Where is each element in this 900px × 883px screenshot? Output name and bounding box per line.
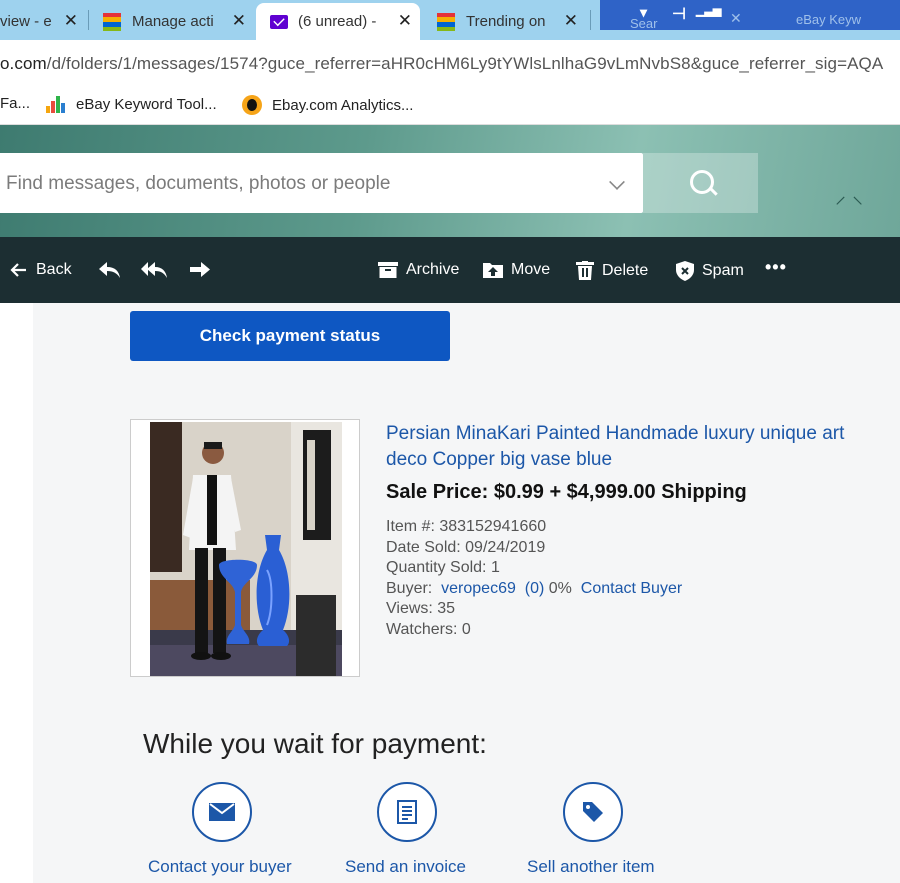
delete-label: Delete	[602, 261, 649, 279]
item-title-link[interactable]: Persian MinaKari Painted Handmade luxury…	[386, 421, 876, 473]
buyer-feedback-link[interactable]: (0)	[525, 580, 545, 597]
sale-price: Sale Price: $0.99 + $4,999.00 Shipping	[386, 481, 747, 503]
forward-icon	[190, 262, 210, 277]
close-icon[interactable]: ✕	[730, 10, 742, 27]
tag-icon	[583, 802, 603, 822]
url-text[interactable]: o.com/d/folders/1/messages/1574?guce_ref…	[0, 54, 883, 74]
buyer-feedback-percent: 0%	[548, 579, 572, 597]
search-input[interactable]: Find messages, documents, photos or peop…	[0, 153, 643, 213]
sell-another-item-action-button[interactable]	[563, 782, 623, 842]
trash-icon	[576, 261, 594, 280]
watchers-count: Watchers: 0	[386, 620, 471, 638]
url-path: /d/folders/1/messages/1574?guce_referrer…	[46, 54, 884, 73]
back-label: Back	[36, 261, 72, 278]
tab-label[interactable]: eBay Keyw	[796, 12, 861, 27]
send-invoice-action-label[interactable]: Send an invoice	[345, 857, 466, 877]
more-icon: •••	[765, 257, 787, 277]
archive-icon	[378, 262, 398, 278]
tab-label: (6 unread) -	[298, 13, 377, 30]
sell-another-item-action-label[interactable]: Sell another item	[527, 857, 655, 877]
browser-tab[interactable]: Manage acti ✕	[94, 3, 254, 40]
bookmark-label: Ebay.com Analytics...	[272, 96, 414, 114]
archive-button[interactable]: Archive	[378, 261, 459, 279]
item-photo[interactable]	[130, 419, 360, 677]
close-icon[interactable]: ✕	[564, 11, 578, 31]
mail-header: Find messages, documents, photos or peop…	[0, 125, 900, 237]
bookmark-item[interactable]: Fa...	[0, 95, 30, 112]
signal-icon: ▁▃▅	[696, 5, 722, 17]
ebay-icon	[103, 12, 121, 31]
spam-label: Spam	[702, 262, 744, 279]
buyer-name-link[interactable]: veropec69	[441, 580, 516, 597]
arrow-left-icon	[10, 263, 26, 277]
envelope-icon	[209, 803, 235, 821]
bookmark-ebay-analytics[interactable]: Ebay.com Analytics...	[242, 95, 413, 115]
search-button[interactable]	[643, 153, 758, 213]
check-payment-status-button[interactable]: Check payment status	[130, 311, 450, 361]
browser-tab-active[interactable]: (6 unread) - ✕	[256, 3, 420, 40]
browser-tab[interactable]: Trending on ✕	[426, 3, 586, 40]
item-details: Item #: 383152941660 Date Sold: 09/24/20…	[386, 517, 682, 640]
buyer-label: Buyer:	[386, 579, 433, 597]
search-placeholder: Find messages, documents, photos or peop…	[6, 173, 391, 194]
contact-buyer-link[interactable]: Contact Buyer	[581, 580, 682, 597]
chevron-down-icon[interactable]	[609, 174, 625, 190]
wait-heading: While you wait for payment:	[143, 728, 487, 759]
pin-icon[interactable]: ⊣	[672, 4, 686, 24]
spam-button[interactable]: Spam	[676, 261, 744, 281]
close-icon[interactable]: ✕	[398, 11, 412, 31]
reply-icon	[99, 262, 120, 278]
bookmark-label: eBay Keyword Tool...	[76, 95, 217, 113]
send-invoice-action-button[interactable]	[377, 782, 437, 842]
reply-button[interactable]	[97, 261, 129, 279]
invoice-icon	[397, 800, 417, 824]
left-gutter	[0, 303, 33, 883]
browser-tab[interactable]: view - e ✕	[0, 3, 86, 40]
tab-divider	[590, 10, 591, 30]
date-sold: Date Sold: 09/24/2019	[386, 538, 546, 556]
search-icon	[690, 170, 714, 194]
item-number: Item #: 383152941660	[386, 518, 547, 535]
reply-all-icon	[141, 262, 167, 278]
url-host: o.com	[0, 54, 47, 73]
reply-all-button[interactable]	[140, 261, 176, 279]
close-icon[interactable]: ✕	[64, 11, 78, 31]
back-button[interactable]: Back	[10, 261, 72, 279]
bar-chart-icon	[46, 95, 66, 113]
analytics-icon	[242, 95, 262, 115]
address-bar[interactable]: o.com/d/folders/1/messages/1574?guce_ref…	[0, 40, 900, 88]
more-button[interactable]: •••	[765, 257, 787, 278]
birds-decoration: ⸝ ⸜	[835, 183, 864, 208]
message-toolbar: Back Archive Move Delete Spam •••	[0, 237, 900, 303]
tab-label: Trending on	[466, 13, 546, 30]
contact-buyer-action-label[interactable]: Contact your buyer	[148, 857, 292, 877]
move-folder-icon	[483, 263, 503, 278]
pay-button-label: Check payment status	[199, 326, 381, 345]
tab-divider	[88, 10, 89, 30]
yahoo-mail-icon	[270, 14, 288, 29]
bookmark-label: Fa...	[0, 95, 31, 112]
close-icon[interactable]: ✕	[232, 11, 246, 31]
quantity-sold: Quantity Sold: 1	[386, 559, 500, 576]
buyer-row: Buyer: veropec69 (0) 0% Contact Buyer	[386, 579, 682, 600]
tab-label: Manage acti	[132, 13, 214, 30]
move-label: Move	[511, 261, 551, 278]
window-overlay-bar: ▾ ⊣ ▁▃▅ Sear ✕ eBay Keyw	[600, 0, 900, 31]
views-count: Views: 35	[386, 600, 456, 617]
archive-label: Archive	[406, 261, 460, 278]
tab-label: view - e	[0, 13, 52, 30]
contact-buyer-action-button[interactable]	[192, 782, 252, 842]
shield-icon	[676, 261, 694, 281]
move-button[interactable]: Move	[483, 261, 550, 279]
bookmarks-bar: Fa... eBay Keyword Tool... Ebay.com Anal…	[0, 88, 900, 125]
ebay-icon	[437, 12, 455, 31]
browser-tabstrip: view - e ✕ Manage acti ✕ (6 unread) - ✕ …	[0, 0, 900, 40]
delete-button[interactable]: Delete	[576, 261, 648, 280]
bookmark-ebay-keyword-tool[interactable]: eBay Keyword Tool...	[46, 95, 217, 113]
forward-button[interactable]	[188, 261, 220, 279]
item-photo-image	[150, 422, 342, 676]
tab-label[interactable]: Sear	[630, 16, 657, 31]
